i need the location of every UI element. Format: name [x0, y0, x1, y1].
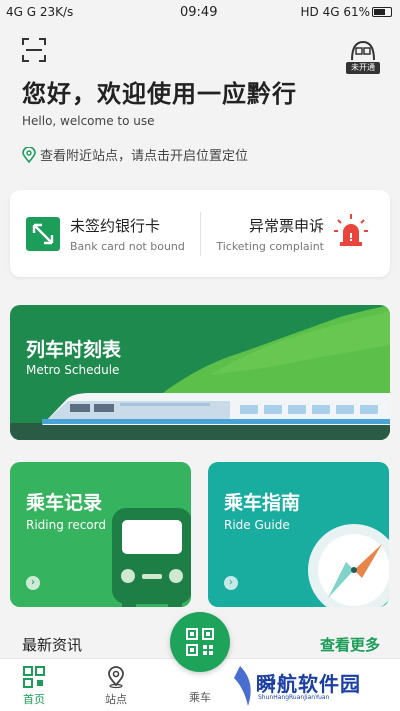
watermark-subtext: ShunHangRuanJianYuan	[258, 694, 330, 701]
riding-record-arrow-icon: ›	[26, 576, 40, 590]
status-bar-time: 09:49	[180, 5, 218, 20]
complaint-title: 异常票申诉	[248, 217, 324, 235]
scan-button[interactable]	[22, 38, 46, 62]
metro-schedule-title: 列车时刻表	[26, 339, 122, 361]
watermark-text: 瞬航软件园	[256, 672, 361, 696]
bank-card-button[interactable]: 未签约银行卡 Bank card not bound	[26, 215, 185, 253]
compass-icon	[308, 524, 389, 607]
not-open-button[interactable]: 未开通	[346, 38, 380, 76]
riding-record-subtitle: Riding record	[26, 518, 106, 532]
riding-record-card[interactable]: 乘车记录 Riding record ›	[10, 462, 191, 607]
divider	[200, 212, 201, 256]
tab-home[interactable]: 首页	[4, 665, 64, 707]
complaint-subtitle: Ticketing complaint	[216, 240, 324, 253]
home-icon	[23, 666, 45, 688]
ride-guide-title: 乘车指南	[224, 492, 301, 514]
page-title: 您好，欢迎使用一应黔行	[22, 80, 297, 108]
status-bar-right: HD 4G 61%	[300, 5, 392, 19]
ride-guide-card[interactable]: 乘车指南 Ride Guide ›	[208, 462, 389, 607]
not-open-icon	[351, 40, 375, 61]
quick-actions-card: 未签约银行卡 Bank card not bound 异常票申诉 Ticketi…	[10, 190, 390, 277]
tab-station-label: 站点	[105, 693, 127, 706]
news-section-title: 最新资讯	[22, 636, 83, 654]
ride-guide-arrow-icon: ›	[224, 576, 238, 590]
bank-card-icon	[26, 217, 60, 251]
tab-home-label: 首页	[23, 693, 45, 706]
status-bar-network: 4G G 23K/s	[6, 5, 74, 19]
status-bar-battery-text: HD 4G 61%	[300, 5, 371, 19]
battery-icon	[372, 7, 392, 17]
metro-schedule-card[interactable]: 列车时刻表 Metro Schedule	[10, 305, 390, 440]
bus-icon	[112, 508, 191, 607]
ride-guide-subtitle: Ride Guide	[224, 518, 290, 532]
location-tip-text: 查看附近站点，请点击开启位置定位	[40, 149, 249, 164]
ticket-complaint-button[interactable]: 异常票申诉 Ticketing complaint	[216, 215, 324, 253]
scan-icon	[22, 38, 46, 62]
metro-schedule-subtitle: Metro Schedule	[26, 363, 120, 377]
watermark-logo: 瞬航软件园 ShunHangRuanJianYuan	[232, 664, 396, 708]
tab-ride-label: 乘车	[189, 691, 211, 704]
tab-station[interactable]: 站点	[86, 665, 146, 707]
location-tip[interactable]: 查看附近站点，请点击开启位置定位	[22, 145, 248, 164]
qr-code-icon	[186, 628, 214, 656]
station-pin-icon	[108, 666, 124, 689]
not-open-badge: 未开通	[346, 62, 380, 74]
tab-ride[interactable]: 乘车	[170, 689, 230, 705]
alarm-icon	[332, 212, 370, 250]
location-pin-icon	[22, 146, 36, 163]
page-subtitle: Hello, welcome to use	[22, 114, 155, 128]
bank-card-title: 未签约银行卡	[70, 217, 161, 235]
riding-record-title: 乘车记录	[26, 492, 103, 514]
bank-card-subtitle: Bank card not bound	[70, 240, 185, 253]
ride-qr-code-button[interactable]	[170, 612, 230, 672]
status-bar: 4G G 23K/s 09:49 HD 4G 61%	[0, 0, 400, 24]
news-more-link[interactable]: 查看更多	[320, 634, 380, 655]
